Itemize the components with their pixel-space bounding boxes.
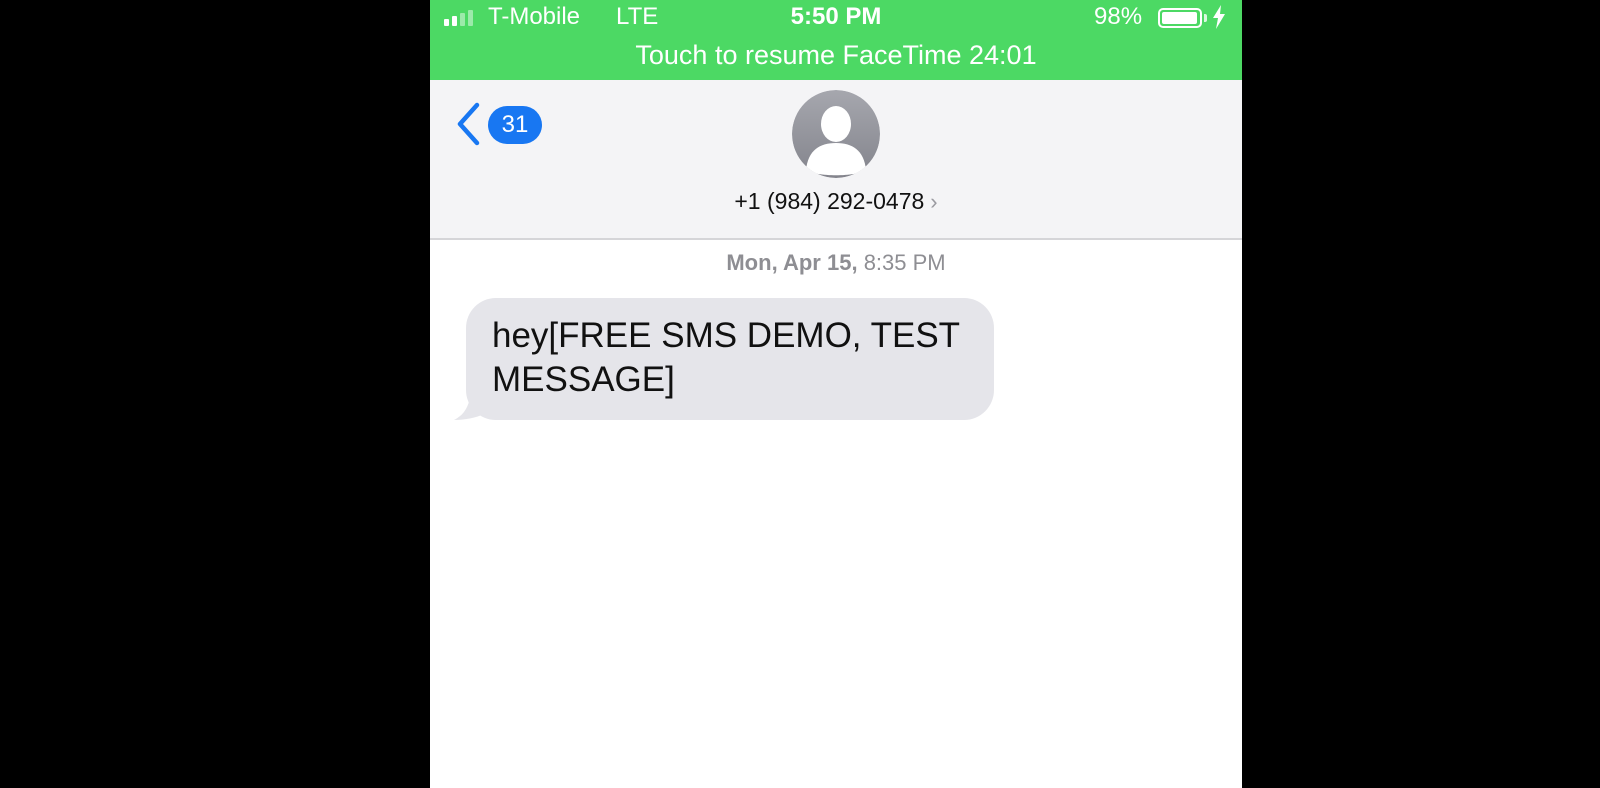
battery-fill <box>1162 12 1198 24</box>
message-timestamp: Mon, Apr 15, 8:35 PM <box>430 250 1242 276</box>
chevron-right-icon: › <box>930 189 938 214</box>
back-button[interactable]: 31 <box>456 100 546 150</box>
person-silhouette-icon <box>792 90 880 178</box>
conversation-header: 31 +1 (984) 292-0478 › <box>430 80 1242 240</box>
battery-tip <box>1204 14 1207 22</box>
contact-number: +1 (984) 292-0478 <box>734 188 925 214</box>
unread-count-badge: 31 <box>488 106 542 144</box>
phone-screen: T-Mobile LTE 5:50 PM 98% Touch to resume… <box>430 0 1242 788</box>
status-bar: T-Mobile LTE 5:50 PM 98% <box>430 0 1242 34</box>
battery-icon <box>1158 8 1202 28</box>
contact-avatar[interactable] <box>792 90 880 178</box>
incoming-message[interactable]: hey[FREE SMS DEMO, TEST MESSAGE] <box>454 298 994 420</box>
timestamp-day: Mon, Apr 15, <box>726 250 858 275</box>
timestamp-time: 8:35 PM <box>863 250 946 275</box>
chevron-left-icon <box>457 102 480 146</box>
facetime-resume-text: Touch to resume FaceTime 24:01 <box>635 40 1037 70</box>
message-bubble: hey[FREE SMS DEMO, TEST MESSAGE] <box>466 298 994 420</box>
contact-number-button[interactable]: +1 (984) 292-0478 › <box>430 188 1242 215</box>
facetime-banner[interactable]: T-Mobile LTE 5:50 PM 98% Touch to resume… <box>430 0 1242 80</box>
battery-percentage: 98% <box>1094 3 1143 30</box>
charging-bolt-icon <box>1213 5 1225 29</box>
